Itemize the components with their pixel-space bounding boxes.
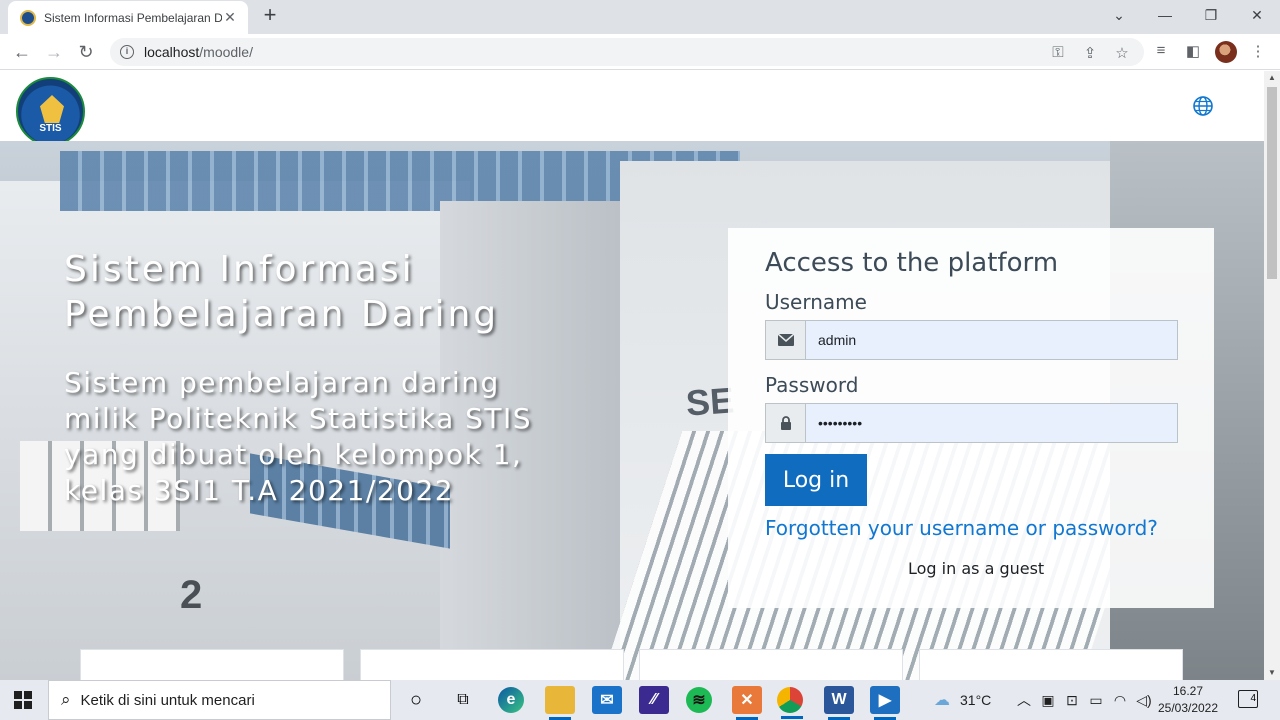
- password-group: [765, 403, 1178, 443]
- course-card[interactable]: [639, 649, 903, 680]
- browser-menu-icon[interactable]: ⋮: [1248, 42, 1268, 62]
- hero-subtitle: Sistem pembelajaran daring milik Politek…: [64, 366, 533, 507]
- cortana-icon[interactable]: ○: [401, 686, 431, 714]
- course-cards-row: [0, 649, 1264, 680]
- windows-start-icon[interactable]: [14, 691, 32, 709]
- guest-login-link[interactable]: Log in as a guest: [908, 559, 1044, 578]
- language-globe-icon[interactable]: [1192, 95, 1214, 117]
- browser-toolbar: ← → ↻ i localhost/moodle/ ⚿ ⇪ ☆ ≡ ◧ ⋮: [0, 34, 1280, 70]
- building-number: 2: [180, 573, 203, 617]
- logo-text: STIS: [39, 123, 62, 134]
- scrollbar-thumb[interactable]: [1267, 87, 1277, 279]
- photos-icon[interactable]: ▶: [870, 686, 900, 720]
- wifi-icon[interactable]: ◠: [1108, 692, 1132, 709]
- forward-button[interactable]: →: [42, 40, 66, 64]
- weather-icon: ☁: [934, 692, 950, 709]
- visual-studio-icon[interactable]: ⁄⁄: [639, 686, 669, 714]
- address-bar[interactable]: i localhost/moodle/ ⚿ ⇪ ☆: [110, 38, 1144, 66]
- scroll-down-icon[interactable]: ▼: [1264, 666, 1280, 680]
- tab-title: Sistem Informasi Pembelajaran D: [44, 10, 222, 25]
- close-tab-icon[interactable]: ✕: [222, 9, 238, 26]
- username-input[interactable]: [806, 321, 1177, 359]
- new-tab-button[interactable]: +: [258, 4, 282, 28]
- taskbar-search[interactable]: ⌕ Ketik di sini untuk mencari: [48, 680, 391, 720]
- browser-tabstrip: Sistem Informasi Pembelajaran D ✕ + ⌄ — …: [0, 0, 1280, 34]
- share-icon[interactable]: ⇪: [1080, 44, 1100, 64]
- task-view-icon[interactable]: ⧉: [448, 686, 478, 714]
- chrome-icon[interactable]: [777, 687, 803, 719]
- hero-section: 2 SE Sistem Informasi Pembelajaran Darin…: [0, 141, 1264, 680]
- bookmark-star-icon[interactable]: ☆: [1112, 44, 1132, 64]
- forgot-password-link[interactable]: Forgotten your username or password?: [765, 516, 1158, 540]
- battery-icon[interactable]: ▭: [1084, 692, 1108, 709]
- mail-icon[interactable]: ✉: [592, 686, 622, 714]
- temperature: 31°C: [960, 692, 992, 708]
- reload-button[interactable]: ↻: [74, 40, 98, 64]
- spotify-icon[interactable]: ≋: [686, 687, 712, 713]
- site-navbar: STIS: [0, 71, 1264, 146]
- hero-title: Sistem Informasi Pembelajaran Daring: [64, 249, 500, 335]
- password-input[interactable]: [806, 404, 1177, 442]
- login-card: Access to the platform Username Password…: [728, 228, 1214, 608]
- moodle-page: STIS 2 SE Sistem Informasi Pembelajaran …: [0, 71, 1264, 680]
- windows-taskbar: ⌕ Ketik di sini untuk mencari ○ ⧉ e ✉ ⁄⁄…: [0, 680, 1280, 720]
- notification-center-icon[interactable]: 4: [1238, 690, 1258, 708]
- back-button[interactable]: ←: [10, 40, 34, 64]
- restore-button[interactable]: ❐: [1188, 0, 1234, 30]
- tray-chevron-up-icon[interactable]: ︿: [1012, 690, 1036, 710]
- tray-capture-icon[interactable]: ⊡: [1060, 692, 1084, 709]
- login-heading: Access to the platform: [765, 248, 1059, 278]
- course-card[interactable]: [80, 649, 344, 680]
- minimize-button[interactable]: —: [1142, 0, 1188, 30]
- scroll-up-icon[interactable]: ▲: [1264, 71, 1280, 85]
- edge-icon[interactable]: e: [498, 687, 524, 713]
- password-label: Password: [765, 373, 859, 397]
- word-icon[interactable]: W: [824, 686, 854, 720]
- profile-avatar[interactable]: [1215, 41, 1237, 63]
- taskbar-clock[interactable]: 16.27 25/03/2022: [1148, 683, 1228, 717]
- search-icon: ⌕: [61, 690, 71, 709]
- reading-list-icon[interactable]: ≡: [1151, 42, 1171, 62]
- key-icon[interactable]: ⚿: [1048, 44, 1068, 64]
- moodle-favicon-icon: [20, 9, 36, 26]
- notification-count: 4: [1250, 693, 1256, 704]
- login-button[interactable]: Log in: [765, 454, 867, 506]
- search-placeholder: Ketik di sini untuk mencari: [80, 691, 255, 709]
- tab-search-chevron-icon[interactable]: ⌄: [1096, 0, 1142, 30]
- side-panel-icon[interactable]: ◧: [1183, 42, 1203, 62]
- course-card[interactable]: [919, 649, 1183, 680]
- stis-logo[interactable]: STIS: [16, 77, 85, 146]
- clock-time: 16.27: [1172, 684, 1204, 698]
- site-info-icon[interactable]: i: [120, 45, 134, 59]
- close-window-button[interactable]: ✕: [1234, 0, 1280, 30]
- xampp-icon[interactable]: ✕: [732, 686, 762, 720]
- file-explorer-icon[interactable]: [545, 686, 575, 720]
- lock-icon: [766, 404, 806, 442]
- course-card[interactable]: [360, 649, 624, 680]
- garuda-emblem-icon: [40, 95, 64, 123]
- page-scrollbar[interactable]: ▲ ▼: [1264, 71, 1280, 680]
- system-tray: ︿ ▣ ⊡ ▭ ◠ ◁): [1012, 680, 1156, 720]
- tray-app-icon[interactable]: ▣: [1036, 692, 1060, 709]
- envelope-icon: [766, 321, 806, 359]
- url-text: localhost/moodle/: [144, 44, 253, 60]
- username-label: Username: [765, 290, 867, 314]
- browser-tab[interactable]: Sistem Informasi Pembelajaran D ✕: [8, 1, 248, 34]
- clock-date: 25/03/2022: [1157, 701, 1219, 715]
- weather-widget[interactable]: ☁ 31°C: [934, 680, 991, 720]
- username-group: [765, 320, 1178, 360]
